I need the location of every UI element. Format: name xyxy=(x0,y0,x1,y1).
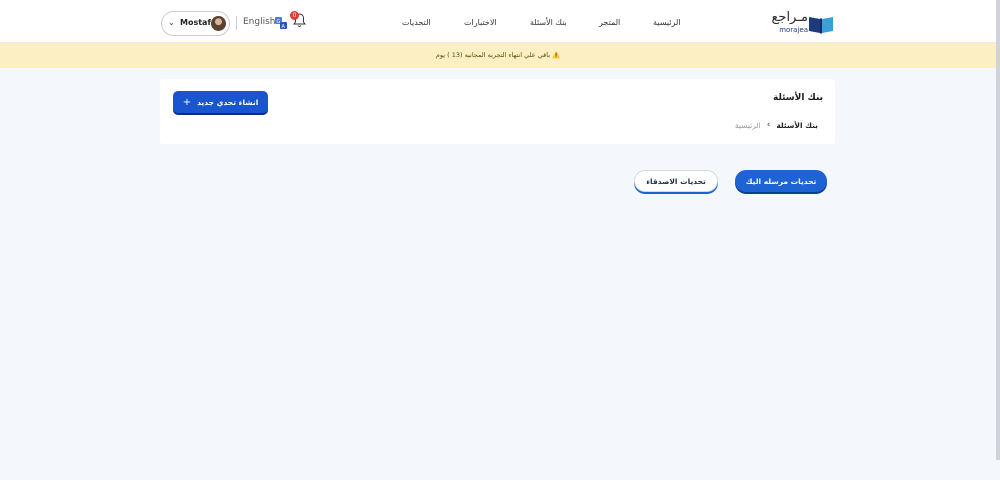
logo[interactable]: مـراجع morajea xyxy=(768,10,836,36)
breadcrumb-current: بنك الأسئلة xyxy=(776,120,818,130)
tab-received-label: تحديات مرسله اليك xyxy=(745,176,817,186)
new-challenge-button[interactable]: انشاء تحدي جديد + xyxy=(173,91,268,113)
tab-friends-challenges[interactable]: تحديات الاصدقاء xyxy=(634,170,718,192)
trial-banner: ⚠️ باقي علي انتهاء التجربه المجانيه (13 … xyxy=(0,43,996,68)
page-title: بنك الأسئلة xyxy=(772,93,823,103)
nav-question-bank[interactable]: بنك الأسئلة xyxy=(530,18,567,27)
avatar xyxy=(211,16,226,31)
breadcrumb: الرئيسية › بنك الأسئلة xyxy=(735,120,818,130)
logo-text-arabic: مـراجع xyxy=(771,10,808,25)
translate-icon[interactable]: G A xyxy=(275,17,287,29)
tab-received-challenges[interactable]: تحديات مرسله اليك xyxy=(735,170,827,192)
breadcrumb-separator-icon: › xyxy=(766,120,771,130)
user-menu-button[interactable]: ⌄ Mostafa xyxy=(161,11,230,36)
header-divider xyxy=(236,16,237,30)
book-logo-icon xyxy=(809,17,833,34)
nav-exams[interactable]: الاختبارات xyxy=(464,18,497,27)
trial-banner-text: ⚠️ باقي علي انتهاء التجربه المجانيه (13 … xyxy=(435,51,561,59)
nav-home[interactable]: الرئيسية xyxy=(653,18,681,27)
logo-text-english: morajea xyxy=(779,26,808,34)
nav-challenges[interactable]: التحديات xyxy=(402,18,431,27)
language-switch[interactable]: English xyxy=(243,17,276,27)
page-header-card: بنك الأسئلة الرئيسية › بنك الأسئلة انشاء… xyxy=(160,79,835,144)
svg-text:G: G xyxy=(277,19,281,25)
plus-icon: + xyxy=(182,96,192,108)
tab-friends-label: تحديات الاصدقاء xyxy=(646,176,706,186)
top-navbar: ⌄ Mostafa English G A 0 التحديات الاختبا… xyxy=(0,0,996,43)
nav-store[interactable]: المتجر xyxy=(599,18,620,27)
scrollbar[interactable] xyxy=(996,0,1000,460)
svg-text:A: A xyxy=(282,24,286,29)
chevron-down-icon: ⌄ xyxy=(168,18,175,27)
notification-badge: 0 xyxy=(290,11,299,20)
breadcrumb-home[interactable]: الرئيسية xyxy=(735,121,761,130)
new-challenge-label: انشاء تحدي جديد xyxy=(197,97,259,107)
